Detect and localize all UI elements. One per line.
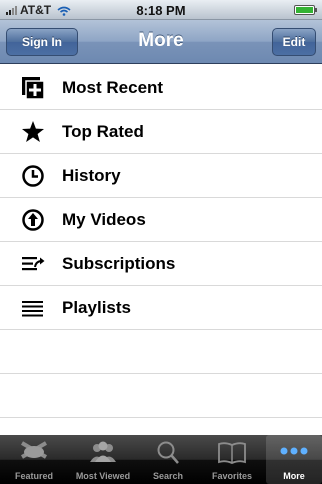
star-icon [22,121,44,142]
edit-button[interactable]: Edit [272,28,316,56]
battery-icon [294,5,317,15]
empty-row [0,374,322,418]
status-bar: AT&T 8:18 PM [0,0,322,20]
tab-bar: Featured Most Viewed Search Favorites Mo… [0,435,322,484]
more-list: Most Recent Top Rated History My Videos … [0,66,322,418]
clock: 8:18 PM [136,3,186,18]
tab-more[interactable]: More [266,435,322,484]
tab-label: Featured [14,471,53,481]
book-icon [218,442,246,464]
tab-favorites[interactable]: Favorites [198,435,266,484]
tab-featured[interactable]: Featured [0,435,68,484]
upload-arrow-icon [22,209,44,231]
list-item-top-rated[interactable]: Top Rated [0,110,322,154]
clock-icon [22,165,44,187]
list-item-most-recent[interactable]: Most Recent [0,66,322,110]
tab-most-viewed[interactable]: Most Viewed [68,435,138,484]
most-recent-icon [22,77,45,100]
search-icon [157,441,179,464]
list-item-subscriptions[interactable]: Subscriptions [0,242,322,286]
tab-label: Search [152,471,184,481]
featured-icon [20,441,48,459]
subscriptions-icon [22,257,45,271]
more-dots-icon [280,447,308,455]
tab-label: Favorites [211,471,253,481]
most-viewed-icon [90,441,116,462]
tab-label: Most Viewed [75,471,131,481]
list-item-label: History [62,166,121,185]
tab-search[interactable]: Search [138,435,198,484]
list-item-playlists[interactable]: Playlists [0,286,322,330]
list-item-label: Most Recent [62,78,164,97]
list-item-label: My Videos [62,210,146,229]
list-item-my-videos[interactable]: My Videos [0,198,322,242]
list-item-label: Top Rated [62,122,144,141]
navigation-bar: Sign In More Edit [0,20,322,64]
list-item-label: Subscriptions [62,254,176,273]
empty-row [0,330,322,374]
list-item-label: Playlists [62,298,131,317]
playlist-icon [22,301,43,317]
list-item-history[interactable]: History [0,154,322,198]
tab-label: More [283,471,305,481]
